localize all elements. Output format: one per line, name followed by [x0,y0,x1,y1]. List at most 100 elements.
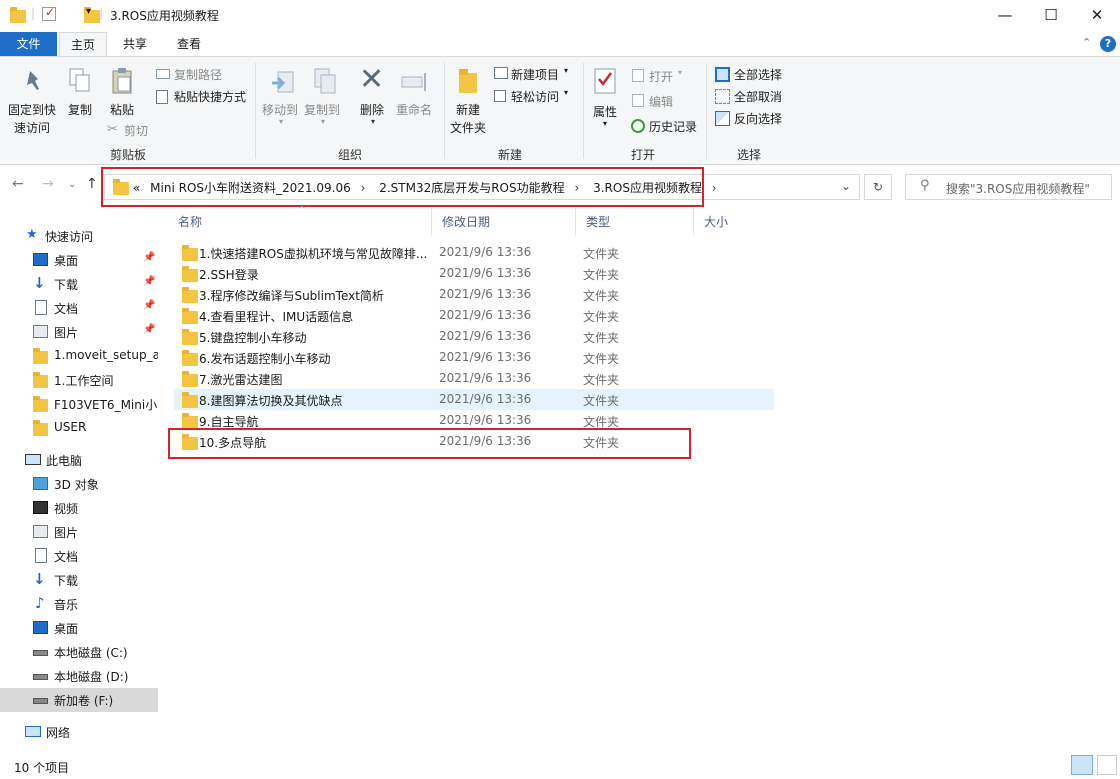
address-dropdown-chevron-icon[interactable]: ⌄ [841,179,851,193]
minimize-button[interactable]: — [982,0,1028,32]
column-header-type[interactable]: 类型 [576,208,694,236]
sidebar-item-pictures-pc[interactable]: 图片 [0,520,158,544]
easy-access-button[interactable]: 轻松访问 [511,88,559,105]
sidebar-item-drive-d[interactable]: 本地磁盘 (D:) [0,664,158,688]
easy-access-dropdown-icon[interactable]: ▾ [564,88,568,97]
invert-selection-icon [715,111,730,126]
new-item-dropdown-icon[interactable]: ▾ [564,66,568,75]
sidebar-item-documents-pc[interactable]: 文档 [0,544,158,568]
pin-to-quick-access-label: 速访问 [14,121,51,135]
search-input[interactable]: 搜索"3.ROS应用视频教程" [946,180,1090,197]
open-button[interactable]: 打开 [649,68,673,85]
tab-view[interactable]: 查看 [165,32,213,56]
open-dropdown-icon[interactable]: ▾ [678,68,682,77]
3d-objects-icon [33,477,48,490]
sidebar-item-music[interactable]: ♪ 音乐 [0,592,158,616]
properties-quick-icon[interactable]: ✓ [42,5,56,21]
table-row[interactable]: 4.查看里程计、IMU话题信息 2021/9/6 13:36 文件夹 [174,305,774,326]
sidebar-item-label: 下载 [54,574,79,588]
delete-dropdown-icon[interactable]: ▾ [371,117,375,126]
history-button[interactable]: 历史记录 [649,118,697,135]
sidebar-item-f103vet6[interactable]: F103VET6_Mini小车 [0,392,158,416]
sidebar-item-moveit-setup[interactable]: 1.moveit_setup_as [0,344,158,368]
pin-to-quick-access-button[interactable]: 固定到快 [8,101,56,118]
sidebar-item-desktop[interactable]: 桌面 📌 [0,248,158,272]
sidebar-item-workspace[interactable]: 1.工作空间 [0,368,158,392]
new-item-button[interactable]: 新建项目 [511,66,559,83]
edit-button[interactable]: 编辑 [649,93,673,110]
copy-button[interactable]: 复制 [68,101,92,118]
sidebar-item-videos[interactable]: 视频 [0,496,158,520]
delete-button[interactable]: 删除 [360,101,384,118]
refresh-button[interactable]: ↻ [864,174,892,200]
sidebar-item-pictures[interactable]: 图片 📌 [0,320,158,344]
recent-locations-chevron-icon[interactable]: ⌄ [68,179,76,190]
column-header-size[interactable]: 大小 [694,208,774,236]
tab-file[interactable]: 文件 [0,32,57,56]
select-all-button[interactable]: 全部选择 [734,66,782,83]
delete-icon: ✕ [359,62,385,97]
paste-shortcut-icon [156,90,168,104]
move-to-button[interactable]: 移动到 [262,101,298,118]
details-view-icon[interactable] [1071,755,1093,775]
back-arrow-icon[interactable]: ← [12,176,24,192]
sidebar-item-3d-objects[interactable]: 3D 对象 [0,472,158,496]
refresh-icon: ↻ [872,180,884,194]
move-to-dropdown-icon[interactable]: ▾ [279,117,283,126]
new-folder-button[interactable]: 新建 [456,101,480,118]
table-row[interactable]: 6.发布话题控制小车移动 2021/9/6 13:36 文件夹 [174,347,774,368]
sidebar-item-user[interactable]: USER [0,416,158,440]
table-row[interactable]: 2.SSH登录 2021/9/6 13:36 文件夹 [174,263,774,284]
select-none-button[interactable]: 全部取消 [734,88,782,105]
sidebar-item-label: 图片 [54,526,79,540]
sidebar-item-label: USER [54,420,87,434]
column-header-date[interactable]: 修改日期 [432,208,576,236]
sidebar-item-drive-f[interactable]: 新加卷 (F:) [0,688,158,712]
large-icons-view-icon[interactable] [1097,755,1117,775]
tab-home[interactable]: 主页 [59,32,107,56]
properties-dropdown-icon[interactable]: ▾ [603,119,607,128]
maximize-button[interactable]: ☐ [1028,0,1074,32]
customize-quick-access-icon[interactable]: ▾ [86,6,91,26]
sidebar-item-desktop-pc[interactable]: 桌面 [0,616,158,640]
sidebar-item-label: F103VET6_Mini小车 [54,398,158,412]
search-box[interactable]: ⚲ 搜索"3.ROS应用视频教程" [905,174,1112,200]
file-type: 文件夹 [583,247,620,261]
table-row[interactable]: 1.快速搭建ROS虚拟机环境与常见故障排... 2021/9/6 13:36 文… [174,242,774,263]
sidebar-item-label: 桌面 [54,622,79,636]
rename-button[interactable]: 重命名 [396,101,432,118]
sidebar-item-label: 下载 [54,278,79,292]
sidebar-item-documents[interactable]: 文档 📌 [0,296,158,320]
copy-to-button[interactable]: 复制到 [304,101,340,118]
forward-arrow-icon[interactable]: → [42,176,54,192]
invert-selection-button[interactable]: 反向选择 [734,110,782,127]
sidebar-item-downloads-pc[interactable]: ↓ 下载 [0,568,158,592]
tab-share[interactable]: 共享 [111,32,159,56]
table-row[interactable]: 8.建图算法切换及其优缺点 2021/9/6 13:36 文件夹 [174,389,774,410]
help-icon[interactable]: ? [1100,36,1116,52]
table-row[interactable]: 5.键盘控制小车移动 2021/9/6 13:36 文件夹 [174,326,774,347]
table-row[interactable]: 7.激光雷达建图 2021/9/6 13:36 文件夹 [174,368,774,389]
sidebar-item-this-pc[interactable]: 此电脑 [0,448,158,472]
pin-icon: 📌 [143,324,156,335]
file-name: 5.键盘控制小车移动 [199,331,307,345]
copy-to-dropdown-icon[interactable]: ▾ [321,117,325,126]
copy-path-button[interactable]: 复制路径 [174,66,222,83]
paste-button[interactable]: 粘贴 [110,101,134,118]
table-row[interactable]: 3.程序修改编译与SublimText简析 2021/9/6 13:36 文件夹 [174,284,774,305]
sidebar-item-quick-access[interactable]: ★ 快速访问 [0,224,158,248]
up-arrow-icon[interactable]: ↑ [86,176,98,192]
ribbon-tabs: 文件 主页 共享 查看 ⌃ ? [0,32,1120,56]
sidebar-item-network[interactable]: 网络 [0,720,158,744]
cut-button[interactable]: 剪切 [124,122,148,139]
new-item-icon [494,67,508,79]
sidebar-item-drive-c[interactable]: 本地磁盘 (C:) [0,640,158,664]
close-button[interactable]: ✕ [1074,0,1120,32]
column-header-name[interactable]: 名称 [168,208,432,236]
collapse-ribbon-icon[interactable]: ⌃ [1082,36,1091,49]
properties-button[interactable]: 属性 [593,103,617,120]
sidebar-item-downloads[interactable]: ↓ 下载 📌 [0,272,158,296]
file-name: 7.激光雷达建图 [199,373,283,387]
chevron-right-icon[interactable]: › [712,181,717,195]
paste-shortcut-button[interactable]: 粘贴快捷方式 [174,88,246,105]
